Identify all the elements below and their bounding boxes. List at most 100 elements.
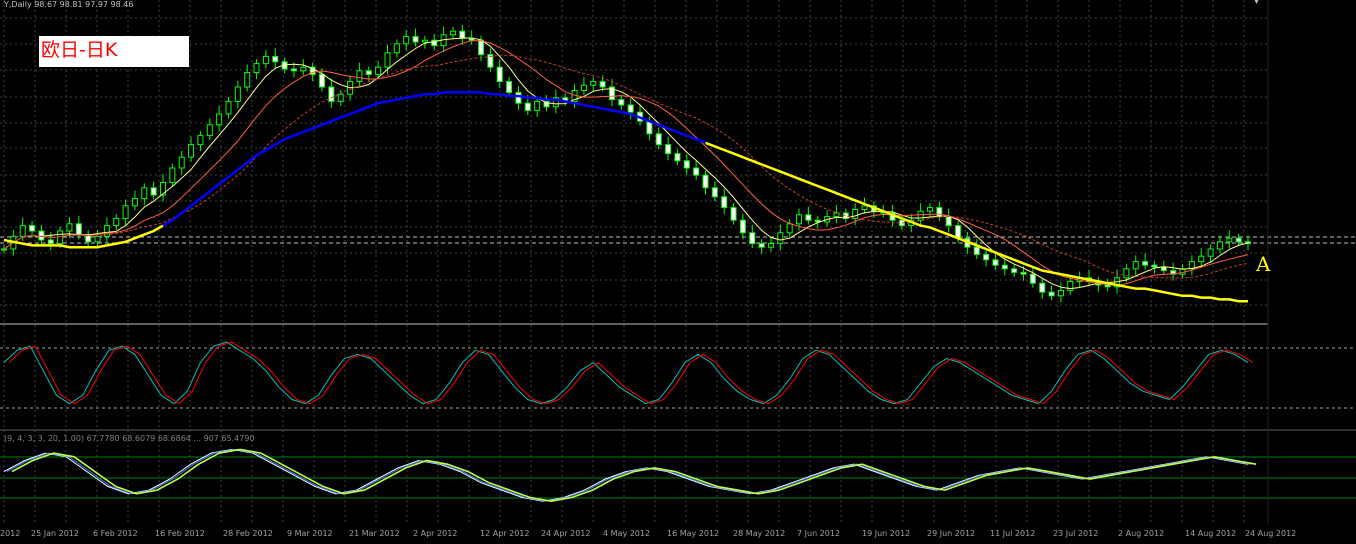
candle [796, 214, 803, 225]
annotation-a: A [1256, 252, 1271, 276]
x-axis-date: 2 Aug 2012 [1118, 529, 1165, 538]
candle [253, 63, 260, 74]
candle [1057, 289, 1064, 297]
candle [1001, 264, 1008, 270]
candle [917, 210, 924, 221]
candle [534, 100, 541, 111]
x-axis-date: 7 Jun 2012 [797, 529, 841, 538]
candle [319, 73, 326, 88]
candle [234, 86, 241, 102]
chart-title: 欧日-日K [39, 36, 189, 67]
candle [188, 144, 195, 158]
candle [449, 30, 456, 36]
candle [767, 243, 774, 248]
candle [926, 207, 933, 212]
candle [178, 156, 185, 169]
candle [272, 55, 279, 63]
x-axis-date: 2 Apr 2012 [413, 529, 458, 538]
candle [300, 66, 307, 72]
candle [627, 104, 634, 113]
candle [973, 246, 980, 255]
candle [150, 187, 157, 196]
candle [992, 259, 999, 266]
candle [496, 66, 503, 83]
candle [805, 214, 812, 221]
chart-canvas [0, 0, 1356, 524]
x-axis-date: 23 Jul 2012 [1053, 529, 1099, 538]
candle [721, 196, 728, 209]
candle [655, 133, 662, 146]
candle [1151, 264, 1158, 268]
candle [206, 124, 213, 137]
candle [693, 167, 700, 176]
candle [1142, 261, 1149, 266]
candle [478, 39, 485, 56]
x-axis-date: 6 Feb 2012 [93, 529, 138, 538]
ma-mid-line [3, 40, 1249, 286]
candle [618, 99, 625, 106]
candle [1132, 261, 1139, 270]
candle [683, 160, 690, 169]
chart-shift-marker[interactable]: ▾ [1254, 0, 1259, 7]
stoch1-main-line [3, 341, 1249, 405]
x-axis-date: 28 May 2012 [733, 529, 786, 538]
x-axis-date: 11 Jul 2012 [990, 529, 1036, 538]
candle [412, 36, 419, 43]
candle [262, 55, 269, 65]
candle [1029, 273, 1036, 284]
ma-slow-line [3, 54, 1249, 279]
candle [580, 84, 587, 92]
candle [141, 187, 148, 200]
candle [730, 207, 737, 221]
candle [19, 225, 26, 237]
candle [786, 223, 793, 234]
x-axis-date: 2012 [0, 529, 21, 538]
candle [739, 219, 746, 234]
ohlc-readout: Y,Daily 98.67 98.81 97.97 98.46 [4, 0, 134, 9]
candle [861, 205, 868, 210]
candle [122, 205, 129, 219]
candle [75, 223, 82, 236]
candle [1, 248, 7, 251]
candle [356, 70, 363, 83]
candle [169, 167, 176, 183]
x-axis-date: 28 Feb 2012 [223, 529, 273, 538]
candle [365, 70, 372, 75]
x-axis-date: 21 Mar 2012 [349, 529, 400, 538]
candle [665, 144, 672, 155]
candle [674, 153, 681, 162]
candle [936, 207, 943, 218]
candle [66, 223, 73, 232]
candle [1226, 237, 1233, 243]
x-axis-date: 29 Jun 2012 [927, 529, 976, 538]
candle [749, 232, 756, 245]
candle [506, 81, 513, 93]
candle [515, 91, 522, 104]
x-axis-date: 12 Apr 2012 [480, 529, 530, 538]
candle [47, 239, 54, 245]
candle [711, 187, 718, 198]
x-axis-date: 19 Jun 2012 [862, 529, 911, 538]
candle [131, 198, 138, 207]
candle [1048, 291, 1055, 297]
candle [1039, 282, 1046, 293]
candle [384, 52, 391, 68]
candle [403, 36, 410, 45]
candle [225, 100, 232, 115]
x-axis-date: 16 May 2012 [667, 529, 720, 538]
candle [216, 113, 223, 126]
candle [328, 86, 335, 102]
candle [1198, 255, 1205, 263]
candle [94, 235, 101, 243]
candle [113, 217, 120, 227]
candle [1011, 268, 1018, 273]
candle [459, 30, 466, 39]
candle [1235, 237, 1242, 243]
candle [29, 225, 36, 232]
x-axis-date: 24 Apr 2012 [541, 529, 591, 538]
candle [702, 174, 709, 189]
stochastic-2-label: (9, 4, 3, 3, 20, 1.00) 67.7780 68.6079 6… [4, 434, 255, 443]
candle [599, 81, 606, 88]
candle [983, 253, 990, 261]
candle [524, 102, 531, 111]
